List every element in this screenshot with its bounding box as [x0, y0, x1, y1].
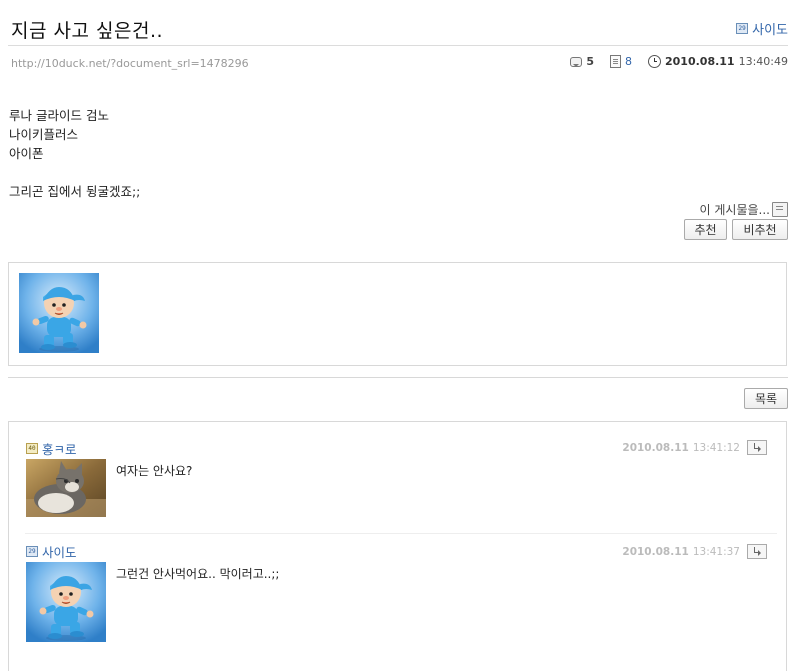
comment-author-name[interactable]: 홍ㅋ로 [42, 439, 77, 458]
document-icon [610, 55, 621, 68]
comment-icon [570, 56, 583, 67]
comment-text: 여자는 안사요? [116, 464, 193, 478]
section-divider [8, 377, 788, 378]
read-count: 8 [625, 55, 632, 68]
vote-label-text: 이 게시물을... [699, 203, 770, 217]
post-body-line [9, 163, 140, 182]
comment-author[interactable]: 29 사이도 [26, 542, 77, 561]
comment-author-name[interactable]: 사이도 [42, 542, 77, 561]
post-author-name[interactable]: 사이도 [752, 19, 788, 38]
clock-icon [648, 55, 661, 68]
post-body: 루나 글라이드 검노 나이키플러스 아이폰 그리곤 집에서 뒹굴겠죠;; [9, 106, 140, 201]
level-badge-icon: 29 [26, 546, 38, 557]
reply-icon[interactable] [747, 440, 767, 455]
author-profile-box [8, 262, 787, 366]
comment-count: 5 [586, 55, 594, 68]
header-divider [8, 45, 788, 46]
comment-date-value: 2010.08.11 [622, 545, 689, 558]
comment-time-value: 13:41:37 [692, 545, 740, 558]
post-meta: 5 8 2010.08.11 13:40:49 [570, 55, 788, 68]
reply-icon[interactable] [747, 544, 767, 559]
print-icon[interactable] [772, 202, 788, 217]
unrecommend-button[interactable]: 비추천 [732, 219, 788, 240]
avatar [26, 562, 106, 642]
post-time: 13:40:49 [738, 55, 788, 68]
comment-author[interactable]: 40 홍ㅋ로 [26, 439, 77, 458]
post-body-line: 아이폰 [9, 146, 44, 161]
level-badge-icon: 29 [736, 23, 749, 34]
post-author[interactable]: 29 사이도 [736, 19, 788, 38]
comment-date: 2010.08.11 13:41:12 [622, 440, 767, 455]
post-body-line: 나이키플러스 [9, 127, 79, 142]
post-body-line: 루나 글라이드 검노 [9, 108, 109, 123]
avatar [19, 273, 99, 353]
comment-divider [25, 533, 777, 534]
avatar [26, 459, 106, 517]
vote-label: 이 게시물을... [700, 201, 788, 218]
comment-date-value: 2010.08.11 [622, 441, 689, 454]
recommend-button[interactable]: 추천 [684, 219, 727, 240]
comment-text: 그런건 안사먹어요.. 막이러고..;; [116, 567, 280, 581]
post-date: 2010.08.11 [665, 55, 735, 68]
post-url[interactable]: http://10duck.net/?document_srl=1478296 [11, 57, 249, 70]
post-title: 지금 사고 싶은건.. [11, 20, 164, 42]
list-button[interactable]: 목록 [744, 388, 788, 409]
comment-date: 2010.08.11 13:41:37 [622, 544, 767, 559]
level-badge-icon: 40 [26, 443, 38, 454]
post-body-line: 그리곤 집에서 뒹굴겠죠;; [9, 184, 141, 199]
comment-time-value: 13:41:12 [692, 441, 740, 454]
